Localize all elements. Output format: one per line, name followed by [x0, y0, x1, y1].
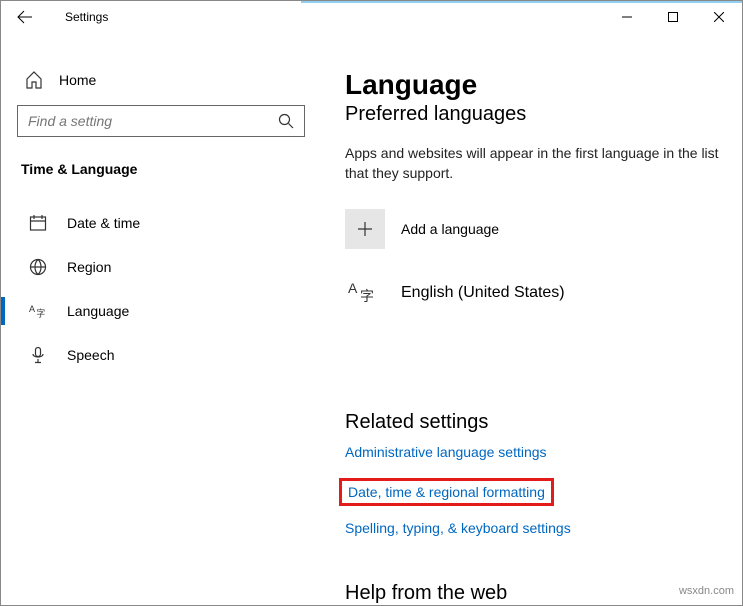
window-controls [604, 1, 742, 33]
svg-text:A: A [29, 304, 35, 314]
main-content: Language Preferred languages Apps and we… [321, 33, 742, 605]
help-web-heading: Help from the web [345, 582, 724, 605]
home-icon [25, 71, 43, 89]
sidebar-item-speech[interactable]: Speech [17, 333, 305, 377]
sidebar-item-label: Region [67, 259, 111, 275]
microphone-icon [29, 346, 47, 364]
language-glyph-icon: A字 [345, 279, 385, 307]
plus-icon [345, 209, 385, 249]
svg-text:字: 字 [36, 307, 45, 318]
add-language-label: Add a language [401, 221, 499, 237]
section-description: Apps and websites will appear in the fir… [345, 144, 724, 183]
window-title: Settings [65, 10, 108, 24]
add-language-button[interactable]: Add a language [345, 201, 724, 257]
sidebar: Home Time & Language Date & time Region [1, 33, 321, 605]
sidebar-item-label: Speech [67, 347, 114, 363]
sidebar-item-label: Language [67, 303, 129, 319]
titlebar: Settings [1, 1, 742, 33]
svg-text:字: 字 [360, 288, 374, 304]
minimize-button[interactable] [604, 1, 650, 33]
related-settings-heading: Related settings [345, 411, 724, 434]
link-spelling-typing[interactable]: Spelling, typing, & keyboard settings [345, 520, 571, 536]
language-icon: A字 [29, 302, 47, 320]
sidebar-item-region[interactable]: Region [17, 245, 305, 289]
link-date-time-regional[interactable]: Date, time & regional formatting [339, 478, 554, 506]
language-item[interactable]: A字 English (United States) [345, 265, 724, 321]
close-icon [714, 12, 724, 22]
search-field[interactable] [28, 113, 268, 129]
search-input[interactable] [17, 105, 305, 137]
svg-text:A: A [348, 280, 358, 296]
calendar-icon [29, 214, 47, 232]
section-subheading: Preferred languages [345, 103, 724, 126]
sidebar-item-date-time[interactable]: Date & time [17, 201, 305, 245]
minimize-icon [622, 12, 632, 22]
sidebar-item-label: Date & time [67, 215, 140, 231]
category-heading: Time & Language [21, 161, 305, 177]
sidebar-item-language[interactable]: A字 Language [17, 289, 305, 333]
link-admin-language[interactable]: Administrative language settings [345, 444, 547, 460]
home-button[interactable]: Home [25, 71, 305, 89]
language-item-label: English (United States) [401, 284, 565, 302]
back-button[interactable] [17, 9, 49, 25]
arrow-left-icon [17, 9, 33, 25]
close-button[interactable] [696, 1, 742, 33]
page-title: Language [345, 69, 724, 101]
search-icon [278, 113, 294, 129]
home-label: Home [59, 72, 96, 88]
maximize-button[interactable] [650, 1, 696, 33]
watermark: wsxdn.com [679, 585, 734, 597]
globe-icon [29, 258, 47, 276]
maximize-icon [668, 12, 678, 22]
